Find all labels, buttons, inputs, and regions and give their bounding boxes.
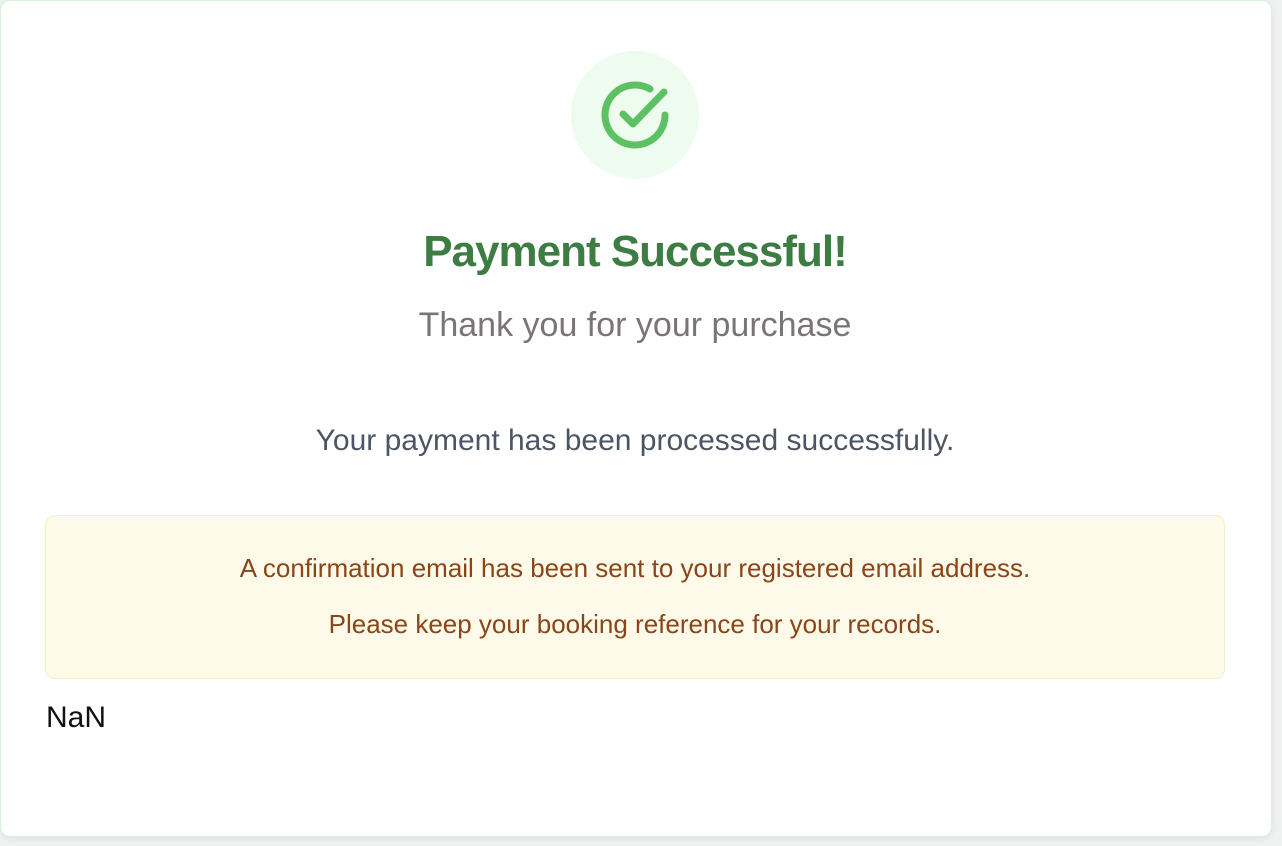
confirmation-notice: A confirmation email has been sent to yo… [45,515,1225,679]
success-message: Your payment has been processed successf… [315,424,955,457]
payment-success-card: Payment Successful! Thank you for your p… [0,0,1272,837]
booking-reference: NaN [46,701,107,734]
check-circle-icon [601,81,669,149]
page-subtitle: Thank you for your purchase [418,306,852,344]
notice-email-line: A confirmation email has been sent to yo… [239,553,1031,583]
success-icon-badge [571,51,699,179]
notice-reference-line: Please keep your booking reference for y… [328,609,942,639]
page-title: Payment Successful! [423,227,848,276]
